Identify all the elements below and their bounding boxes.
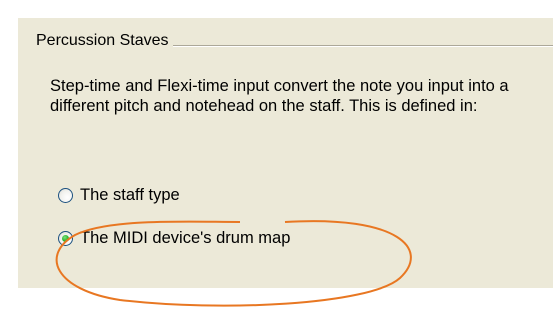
midi-drum-map-label[interactable]: The MIDI device's drum map (80, 229, 290, 248)
radio-selected-icon[interactable] (58, 230, 73, 246)
group-box-title: Percussion Staves (36, 32, 173, 50)
staff-type-radio-option[interactable]: The staff type (58, 184, 180, 206)
midi-drum-map-radio-option[interactable]: The MIDI device's drum map (58, 227, 290, 249)
input-conversion-description: Step-time and Flexi-time input convert t… (50, 77, 509, 115)
radio-unselected-icon[interactable] (58, 187, 73, 203)
staff-type-label[interactable]: The staff type (80, 186, 180, 205)
radio-selected-dot-icon (62, 234, 69, 242)
